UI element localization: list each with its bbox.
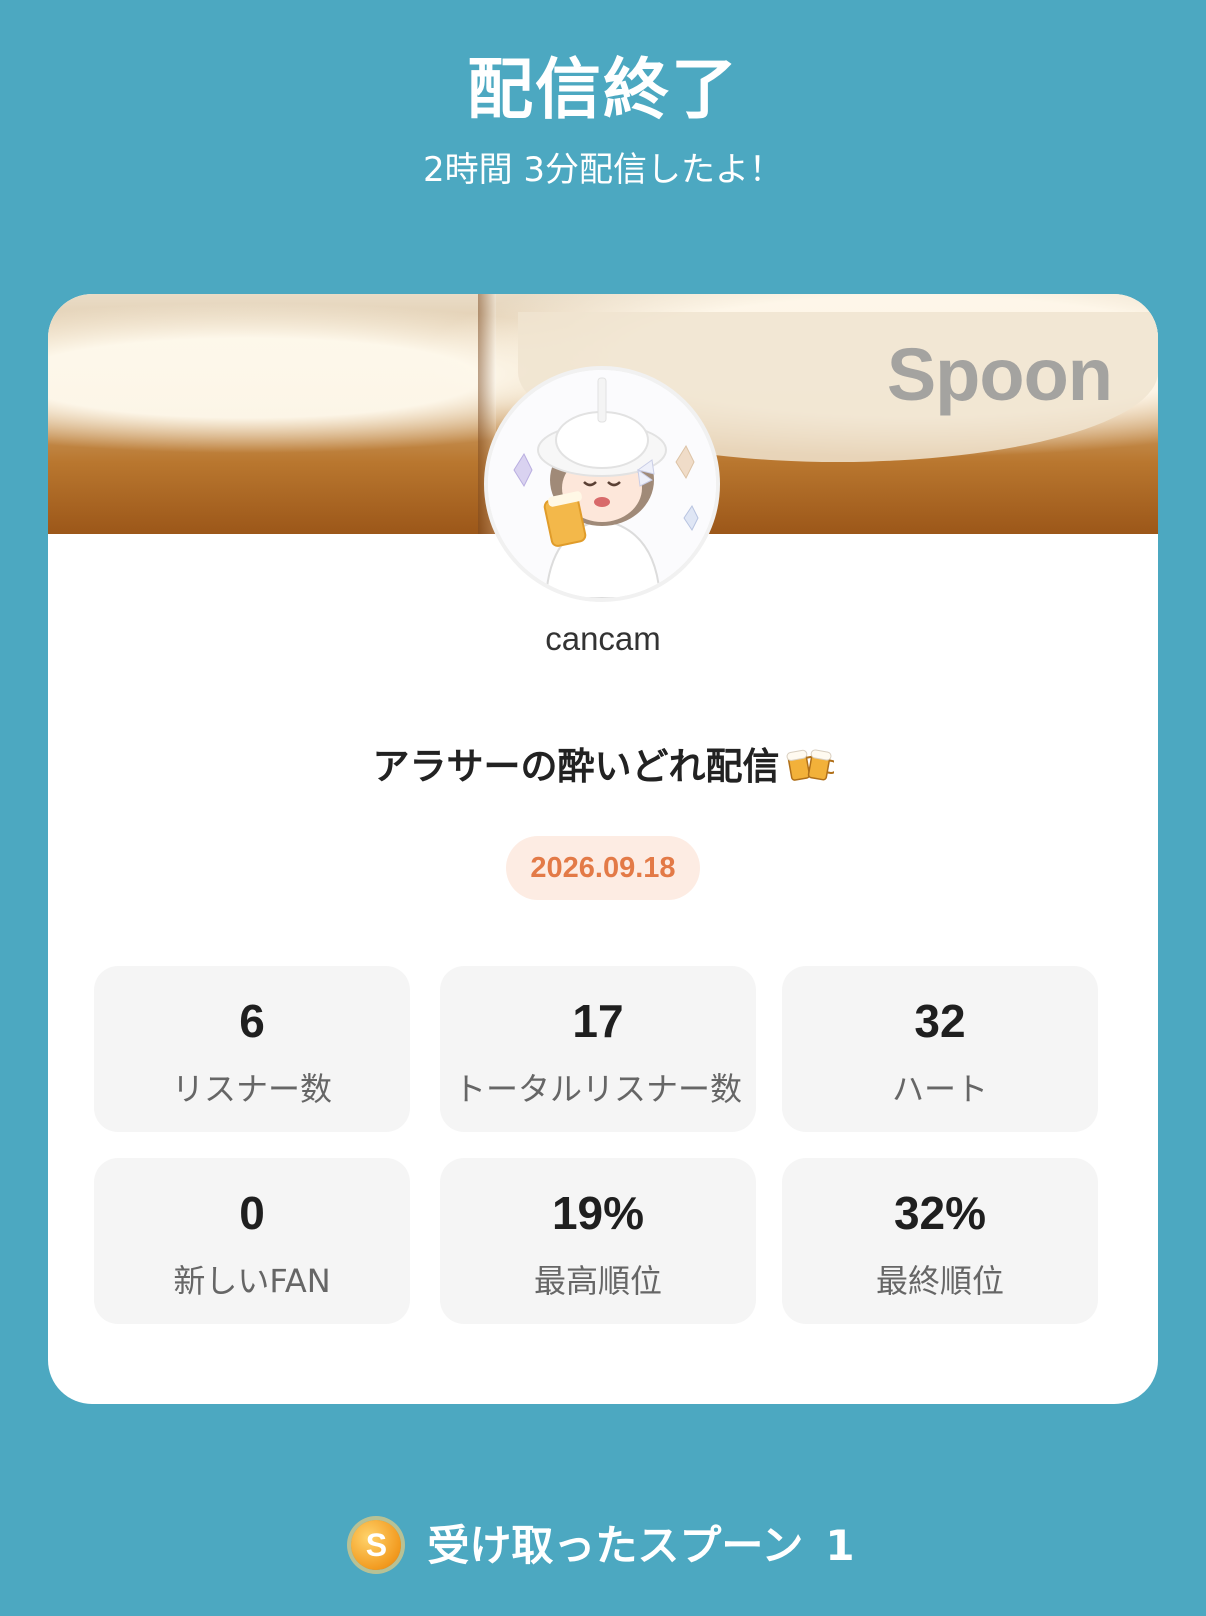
date-badge: 2026.09.18: [506, 836, 700, 900]
broadcast-summary-card: Spoon cancam アラサーの酔いどれ配信 2026.09.18 6 リス…: [48, 294, 1158, 1404]
stat-value: 19%: [551, 1187, 645, 1239]
stat-value: 0: [239, 1187, 265, 1239]
beer-mugs-icon: [786, 743, 838, 794]
stat-new-fans: 0 新しいFAN: [94, 1158, 410, 1324]
stat-value: 17: [572, 995, 624, 1047]
page-title: 配信終了: [467, 51, 739, 128]
stat-label: 最終順位: [875, 1262, 1004, 1300]
stat-hearts: 32 ハート: [782, 966, 1098, 1132]
spoon-coin-icon: S: [351, 1519, 402, 1570]
stat-total-listeners: 17 トータルリスナー数: [440, 966, 756, 1132]
username: cancam: [545, 620, 661, 657]
stat-label: 最高順位: [533, 1262, 662, 1300]
stat-label: トータルリスナー数: [453, 1070, 742, 1108]
brand-logo: Spoon: [886, 333, 1113, 416]
stat-final-rank: 32% 最終順位: [782, 1158, 1098, 1324]
received-spoons-count: 1: [825, 1521, 855, 1570]
stat-listeners: 6 リスナー数: [94, 966, 410, 1132]
stat-highest-rank: 19% 最高順位: [440, 1158, 756, 1324]
live-title-text: アラサーの酔いどれ配信: [372, 745, 780, 788]
live-title: アラサーの酔いどれ配信: [48, 736, 1158, 794]
broadcast-duration: 2時間 3分配信したよ！: [422, 150, 784, 190]
stat-label: ハート: [891, 1070, 988, 1108]
received-spoons: S 受け取ったスプーン 1: [0, 1512, 1206, 1574]
received-spoons-label: 受け取ったスプーン: [427, 1521, 804, 1570]
avatar[interactable]: [484, 366, 720, 602]
stat-value: 32: [914, 995, 966, 1047]
stat-label: 新しいFAN: [173, 1262, 331, 1300]
stat-value: 6: [239, 995, 265, 1047]
stat-label: リスナー数: [171, 1070, 332, 1108]
stat-value: 32%: [893, 1187, 987, 1239]
